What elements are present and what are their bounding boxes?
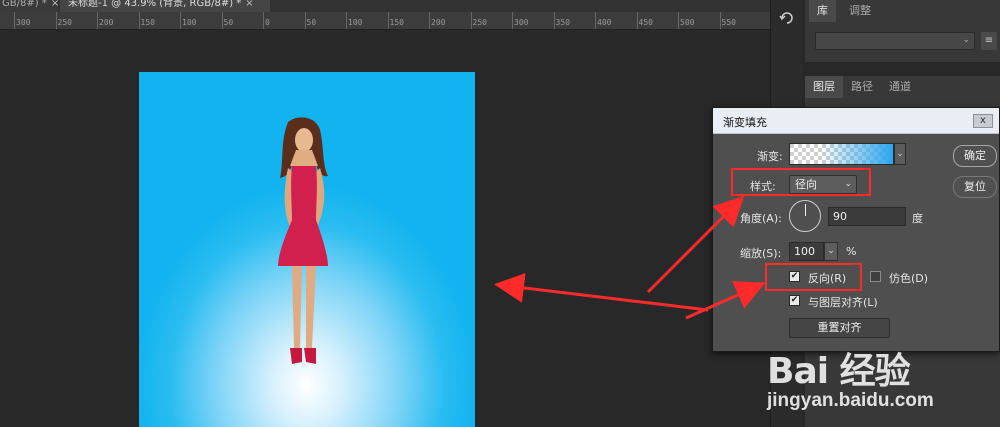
document-tab-2-label: 未标题-1 @ 43.9% (背景, RGB/8#) *	[68, 0, 242, 9]
library-panel: 库 调整 ⌄ ≡	[805, 0, 1000, 62]
ruler-tick-label: 100	[345, 12, 363, 29]
scale-input[interactable]: 100	[789, 242, 824, 261]
ruler-tick-label: 250	[470, 12, 487, 29]
ruler-tick-label: 400	[594, 12, 612, 29]
document-tab-2[interactable]: 未标题-1 @ 43.9% (背景, RGB/8#) * ×	[60, 0, 270, 12]
close-icon[interactable]: x	[973, 114, 993, 128]
angle-label: 角度(A):	[740, 212, 782, 225]
dither-label: 仿色(D)	[889, 272, 929, 285]
reset-button[interactable]: 复位	[953, 176, 997, 198]
tab-layers[interactable]: 图层	[805, 76, 843, 98]
tab-adjustments[interactable]: 调整	[841, 0, 879, 22]
align-with-layer-checkbox[interactable]: ✔	[789, 295, 800, 306]
horizontal-ruler: 300 250 200 150 100 50 0 50 100 150 200 250 300 350 40…	[0, 12, 770, 30]
document-tab-1[interactable]: GB/8#) * ×	[0, 0, 58, 12]
ruler-tick-label: 300	[13, 12, 31, 29]
library-menu-icon[interactable]: ≡	[981, 32, 997, 50]
ok-button[interactable]: 确定	[953, 145, 997, 167]
tab-channels[interactable]: 通道	[881, 76, 919, 98]
gradient-label: 渐变:	[757, 150, 783, 163]
angle-dial-icon[interactable]	[789, 200, 821, 232]
ruler-tick-label: 200	[428, 12, 446, 29]
woman-figure-image	[278, 117, 328, 364]
watermark-url: jingyan.baidu.com	[767, 390, 934, 411]
document-tab-bar: GB/8#) * × 未标题-1 @ 43.9% (背景, RGB/8#) * ×	[0, 0, 770, 12]
rotate-view-icon[interactable]	[779, 10, 795, 26]
ruler-tick-label: 200	[96, 12, 114, 29]
ruler-tick-label: 550	[719, 12, 736, 29]
library-select[interactable]: ⌄	[815, 32, 975, 50]
scale-label: 缩放(S):	[740, 247, 782, 260]
gradient-fill-dialog: 渐变填充 x 渐变: ⌄ 样式: 径向 ⌄ 角度(A): 90 度 缩放(S):…	[712, 107, 1000, 352]
ruler-tick-label: 0	[263, 12, 270, 29]
dither-checkbox[interactable]	[870, 271, 881, 282]
ruler-tick-label: 450	[636, 12, 653, 29]
dialog-title: 渐变填充	[723, 116, 767, 129]
close-icon[interactable]: ×	[245, 0, 253, 9]
chevron-down-icon: ⌄	[962, 35, 970, 45]
scale-unit: %	[846, 245, 857, 258]
dialog-titlebar[interactable]: 渐变填充 x	[713, 108, 999, 134]
reverse-highlight-box	[765, 263, 862, 291]
chevron-down-icon[interactable]: ⌄	[894, 143, 906, 165]
ruler-tick-label: 100	[179, 12, 197, 29]
close-icon[interactable]: ×	[51, 0, 58, 9]
ruler-tick-label: 150	[138, 12, 155, 29]
style-highlight-box	[731, 168, 871, 196]
ruler-tick-label: 50	[221, 12, 234, 29]
ruler-tick-label: 350	[553, 12, 570, 29]
chevron-down-icon[interactable]: ⌄	[824, 242, 838, 261]
ruler-tick-label: 250	[55, 12, 72, 29]
align-with-layer-label: 与图层对齐(L)	[808, 296, 878, 309]
ruler-tick-label: 50	[304, 12, 317, 29]
tab-paths[interactable]: 路径	[843, 76, 881, 98]
ruler-tick-label: 300	[511, 12, 529, 29]
angle-unit: 度	[912, 212, 923, 225]
ruler-tick-label: 500	[677, 12, 695, 29]
ruler-tick-label: 150	[387, 12, 404, 29]
angle-input[interactable]: 90	[828, 207, 906, 226]
document-tab-1-label: GB/8#) *	[2, 0, 47, 9]
tab-library[interactable]: 库	[809, 0, 836, 22]
baidu-watermark-logo: Bai 经验 jingyan.baidu.com	[755, 332, 1000, 427]
gradient-swatch[interactable]	[789, 143, 894, 165]
watermark-text: Bai 经验	[767, 351, 911, 392]
